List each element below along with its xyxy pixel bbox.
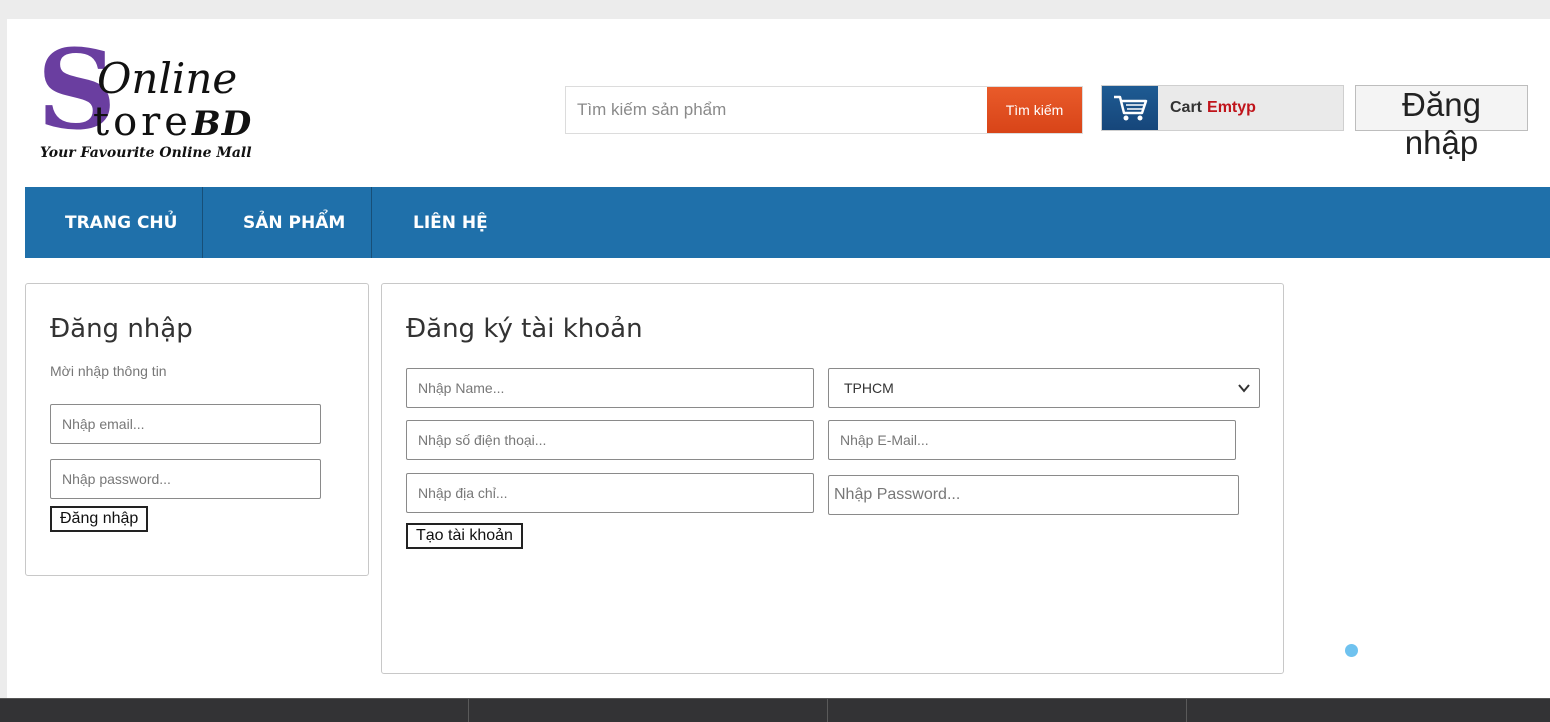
footer-divider (827, 699, 828, 722)
register-name-input[interactable] (406, 368, 814, 408)
login-title: Đăng nhập (50, 314, 193, 344)
cart-label: Cart (1170, 99, 1203, 116)
register-address-input[interactable] (406, 473, 814, 513)
cart-status: Emtyp (1207, 99, 1256, 116)
logo-store: toreBD (93, 99, 252, 145)
footer-divider (1186, 699, 1187, 722)
search-button[interactable]: Tìm kiếm (987, 87, 1082, 133)
register-city-value: TPHCM (844, 380, 894, 396)
page: S Online toreBD Your Favourite Online Ma… (7, 19, 1550, 699)
site-logo[interactable]: S Online toreBD Your Favourite Online Ma… (37, 35, 297, 169)
login-hint: Mời nhập thông tin (50, 363, 167, 379)
register-email-input[interactable] (828, 420, 1236, 460)
cart-widget[interactable]: Cart Emtyp (1101, 85, 1344, 131)
login-password-input[interactable] (50, 459, 321, 499)
logo-bd: BD (191, 104, 253, 144)
login-email-input[interactable] (50, 404, 321, 444)
register-city-select[interactable]: TPHCM (828, 368, 1260, 408)
chevron-down-icon (1238, 384, 1250, 393)
logo-tagline: Your Favourite Online Mall (40, 145, 252, 161)
header-login-button[interactable]: Đăng nhập (1355, 85, 1528, 161)
logo-store-text: tore (93, 99, 192, 145)
register-submit-button[interactable]: Tạo tài khoản (406, 523, 523, 549)
search-input[interactable] (566, 87, 987, 133)
main-nav: TRANG CHỦ SẢN PHẨM LIÊN HỆ (25, 187, 1550, 258)
footer-divider (468, 699, 469, 722)
nav-item-products[interactable]: SẢN PHẨM (203, 187, 372, 258)
footer-bar (0, 698, 1550, 722)
nav-item-home[interactable]: TRANG CHỦ (25, 187, 203, 258)
register-phone-input[interactable] (406, 420, 814, 460)
register-title: Đăng ký tài khoản (406, 314, 643, 344)
login-panel: Đăng nhập Mời nhập thông tin Đăng nhập (25, 283, 369, 576)
logo-online: Online (97, 54, 238, 103)
status-dot (1345, 644, 1358, 657)
login-submit-button[interactable]: Đăng nhập (50, 506, 149, 532)
search-bar: Tìm kiếm (565, 86, 1083, 134)
register-panel: Đăng ký tài khoản TPHCM Tạo tài khoản (381, 283, 1284, 674)
register-password-input[interactable] (828, 475, 1239, 515)
shopping-cart-icon (1102, 86, 1158, 130)
nav-item-contact[interactable]: LIÊN HỆ (372, 187, 502, 258)
